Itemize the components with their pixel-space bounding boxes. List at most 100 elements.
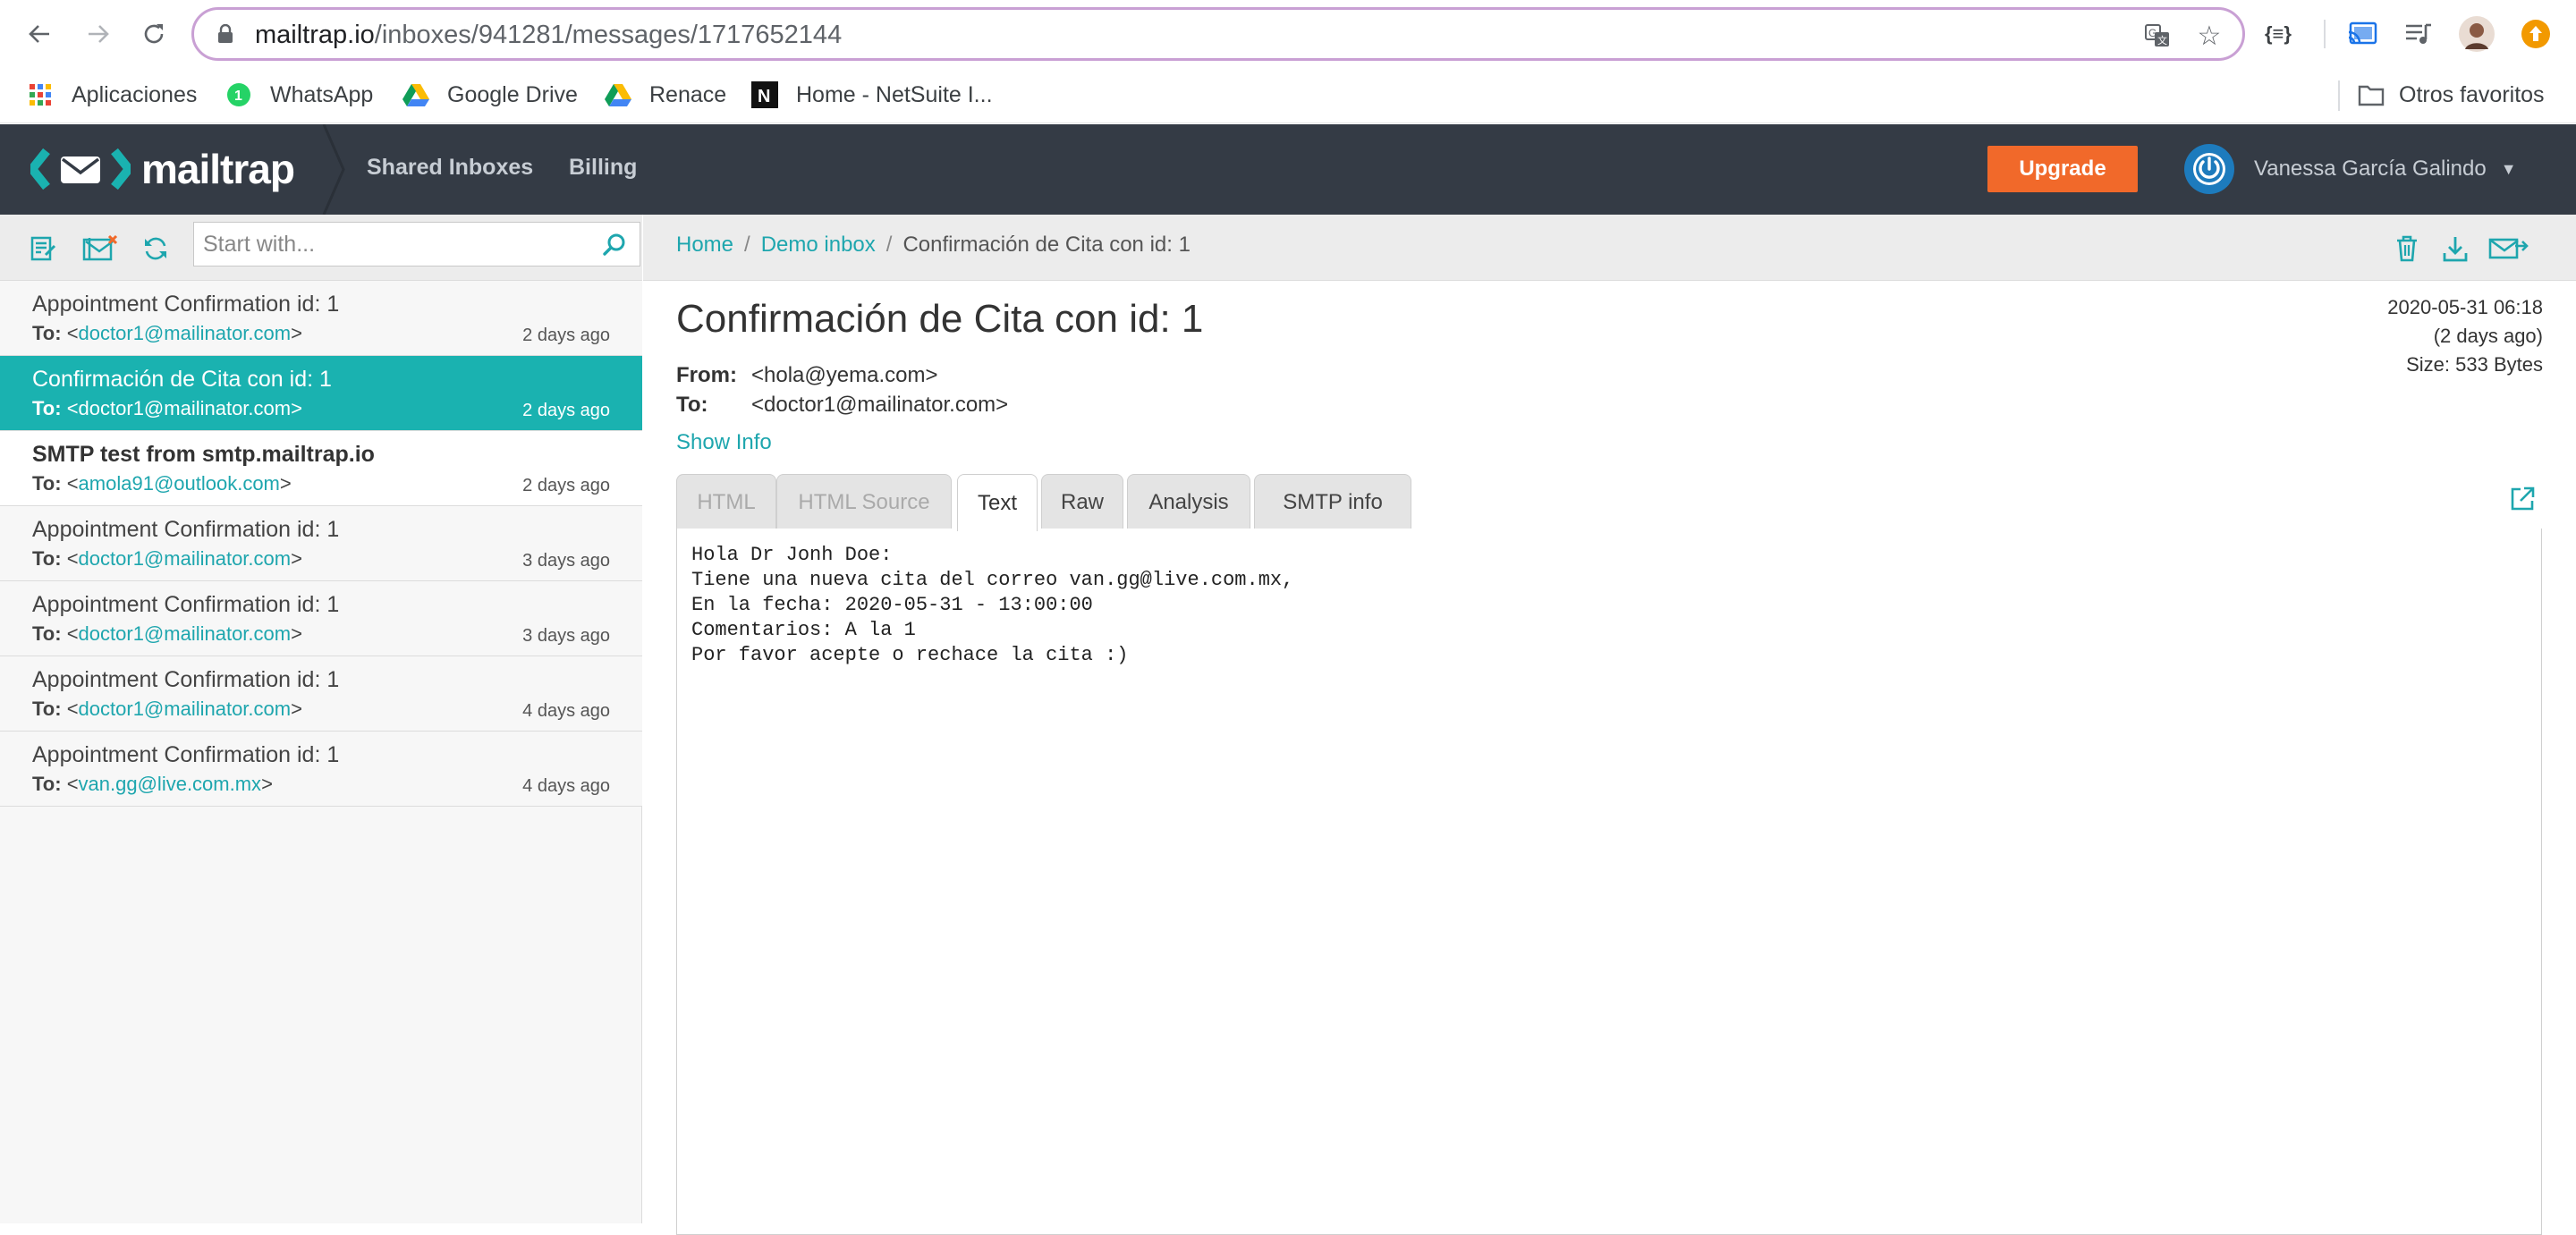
tab-smtp-info[interactable]: SMTP info [1254, 474, 1411, 529]
message-age: 2 days ago [522, 476, 610, 495]
message-body-frame: Hola Dr Jonh Doe: Tiene una nueva cita d… [676, 529, 2542, 1235]
recipient-label: To: [32, 397, 62, 419]
search-icon[interactable] [602, 232, 627, 257]
user-name: Vanessa García Galindo [2254, 156, 2487, 181]
message-subject: Confirmación de Cita con id: 1 [32, 367, 332, 392]
recipient-label: To: [32, 622, 62, 645]
message-relative-date: (2 days ago) [2433, 325, 2543, 347]
back-button[interactable] [21, 16, 57, 52]
url-path: /inboxes/941281/messages/1717652144 [374, 21, 843, 49]
message-recipient: To: <van.gg@live.com.mx> [32, 773, 273, 795]
search-input[interactable] [194, 223, 588, 266]
netsuite-icon: N [751, 81, 778, 108]
message-subject: Appointment Confirmation id: 1 [32, 292, 340, 317]
bookmark-label: Renace [649, 81, 727, 107]
upgrade-button[interactable]: Upgrade [1987, 146, 2138, 192]
address-bar[interactable]: mailtrap.io/inboxes/941281/messages/1717… [191, 7, 2245, 61]
browser-toolbar: mailtrap.io/inboxes/941281/messages/1717… [0, 0, 2576, 68]
bookmark-renace[interactable]: Renace [605, 79, 726, 111]
bookmark-label: Home - NetSuite I... [796, 81, 993, 107]
breadcrumb-inbox[interactable]: Demo inbox [761, 233, 876, 257]
update-icon[interactable] [2521, 16, 2551, 52]
reload-button[interactable] [136, 16, 172, 52]
tab-text[interactable]: Text [957, 474, 1038, 531]
sidebar-toolbar [0, 215, 642, 281]
recipient-label: To: [32, 472, 62, 495]
message-list-item-unread[interactable]: SMTP test from smtp.mailtrap.io To: <amo… [0, 431, 642, 506]
url-text: mailtrap.io/inboxes/941281/messages/1717… [255, 21, 842, 50]
mailtrap-logo-icon [30, 148, 131, 190]
message-view: Home / Demo inbox / Confirmación de Cita con… [643, 215, 2576, 1235]
recipient-label: To: [32, 547, 62, 570]
bookmark-label: Google Drive [447, 81, 578, 107]
message-list: Appointment Confirmation id: 1 To: <doct… [0, 281, 642, 807]
forward-email-icon [2488, 238, 2529, 259]
cast-icon[interactable] [2347, 16, 2377, 52]
recipient-address: van.gg@live.com.mx [78, 773, 262, 795]
open-in-new-window-icon[interactable] [2508, 485, 2537, 513]
bookmark-star-icon[interactable]: ☆ [2194, 21, 2224, 51]
svg-text:N: N [758, 87, 770, 106]
bookmark-google-drive[interactable]: Google Drive [402, 79, 578, 111]
back-arrow-icon [29, 25, 49, 43]
nav-billing[interactable]: Billing [569, 155, 637, 181]
breadcrumb-current: Confirmación de Cita con id: 1 [902, 233, 1191, 257]
message-list-item[interactable]: Appointment Confirmation id: 1 To: <doct… [0, 281, 642, 356]
tab-html[interactable]: HTML [676, 474, 776, 529]
clean-inbox-button[interactable] [80, 231, 122, 266]
tab-analysis[interactable]: Analysis [1127, 474, 1250, 529]
mark-read-button[interactable] [25, 231, 61, 266]
tab-html-source[interactable]: HTML Source [776, 474, 952, 529]
recipient-label: To: [32, 322, 62, 344]
message-list-item[interactable]: Appointment Confirmation id: 1 To: <doct… [0, 581, 642, 656]
forward-email-button[interactable] [2487, 231, 2530, 266]
recipient-label: To: [32, 698, 62, 720]
to-row: To: <doctor1@mailinator.com> [676, 393, 1008, 418]
clean-inbox-icon [82, 234, 118, 261]
bookmark-netsuite[interactable]: N Home - NetSuite I... [751, 79, 993, 111]
message-date: 2020-05-31 06:18 [2387, 296, 2543, 318]
google-drive-icon [402, 81, 429, 108]
message-size: Size: 533 Bytes [2406, 353, 2543, 376]
google-drive-icon [605, 81, 631, 108]
from-address: <hola@yema.com> [751, 363, 938, 387]
bookmark-other-folder[interactable]: Otros favoritos [2358, 79, 2545, 111]
from-row: From: <hola@yema.com> [676, 363, 937, 388]
user-menu[interactable]: Vanessa García Galindo ▼ [2184, 144, 2517, 194]
message-subject: Appointment Confirmation id: 1 [32, 667, 340, 692]
download-button[interactable] [2437, 231, 2473, 266]
user-avatar [2184, 144, 2234, 194]
message-list-item-active[interactable]: Confirmación de Cita con id: 1 To: <doct… [0, 356, 642, 431]
mailtrap-logo[interactable]: mailtrap [30, 144, 295, 194]
json-extension-icon[interactable]: {≡} [2265, 16, 2292, 52]
media-queue-icon[interactable] [2404, 16, 2433, 52]
to-label: To: [676, 393, 708, 417]
bookmark-aplicaciones[interactable]: Aplicaciones [27, 79, 197, 111]
forward-button[interactable] [80, 16, 116, 52]
message-list-item[interactable]: Appointment Confirmation id: 1 To: <van.… [0, 732, 642, 807]
url-host: mailtrap.io [255, 21, 375, 49]
from-label: From: [676, 363, 737, 387]
message-age: 2 days ago [522, 401, 610, 420]
translate-icon[interactable]: G文 [2142, 22, 2173, 49]
message-date-info: 2020-05-31 06:18 (2 days ago) Size: 533 … [2387, 293, 2543, 379]
message-subject: Appointment Confirmation id: 1 [32, 517, 340, 542]
recipient-label: To: [32, 773, 62, 795]
chevron-down-icon: ▼ [2500, 159, 2517, 178]
message-list-item[interactable]: Appointment Confirmation id: 1 To: <doct… [0, 656, 642, 732]
delete-button[interactable] [2389, 231, 2425, 266]
tab-raw[interactable]: Raw [1041, 474, 1123, 529]
breadcrumb-home[interactable]: Home [676, 233, 733, 257]
message-recipient: To: <doctor1@mailinator.com> [32, 397, 302, 419]
message-list-item[interactable]: Appointment Confirmation id: 1 To: <doct… [0, 506, 642, 581]
message-recipient: To: <doctor1@mailinator.com> [32, 698, 302, 720]
show-info-link[interactable]: Show Info [676, 430, 772, 455]
refresh-button[interactable] [138, 231, 174, 266]
nav-shared-inboxes[interactable]: Shared Inboxes [367, 155, 533, 181]
json-extension-label: {≡} [2265, 22, 2292, 45]
lock-icon [218, 24, 233, 43]
refresh-icon [145, 237, 166, 260]
profile-avatar[interactable] [2458, 16, 2496, 52]
bookmark-whatsapp[interactable]: 1 WhatsApp [225, 79, 373, 111]
power-icon [2193, 153, 2225, 185]
